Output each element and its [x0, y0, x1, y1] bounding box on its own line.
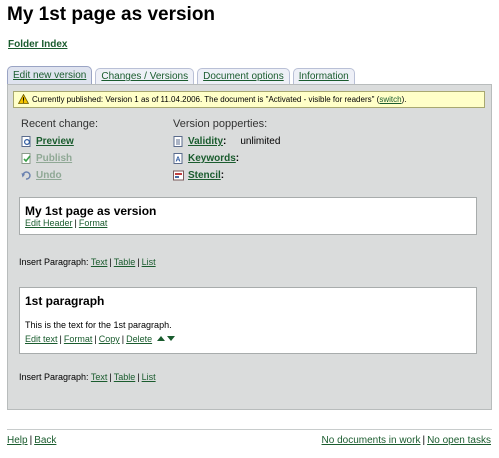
- validity-icon: [173, 136, 183, 147]
- insert-text-link[interactable]: Text: [91, 372, 108, 382]
- header-box-links: Edit Header | Format: [25, 218, 108, 228]
- publish-row: Publish: [21, 150, 161, 167]
- header-box-title: My 1st page as version: [25, 204, 157, 218]
- header-box: My 1st page as version Edit Header | Forma…: [19, 197, 477, 235]
- no-documents-link[interactable]: No documents in work: [322, 435, 421, 446]
- paragraph-links: Edit text | Format | Copy | Delete: [25, 334, 476, 344]
- insert-text-link[interactable]: Text: [91, 257, 108, 267]
- recent-change-section: Recent change: Preview Publish Undo: [21, 118, 161, 184]
- page-title: My 1st page as version: [7, 4, 216, 25]
- undo-icon: [21, 171, 31, 180]
- svg-text:A: A: [176, 157, 181, 164]
- insert-table-link[interactable]: Table: [114, 372, 136, 382]
- preview-row: Preview: [21, 133, 161, 150]
- tab-document-options[interactable]: Document options: [197, 68, 290, 84]
- tab-bar: Edit new version Changes / Versions Docu…: [7, 66, 358, 84]
- insert-paragraph-label: Insert Paragraph:: [19, 372, 89, 382]
- edit-text-link[interactable]: Edit text: [25, 334, 58, 344]
- insert-list-link[interactable]: List: [142, 257, 156, 267]
- delete-link[interactable]: Delete: [126, 334, 152, 344]
- insert-paragraph-bottom: Insert Paragraph: Text | Table | List: [19, 372, 156, 382]
- validity-row: Validity: unlimited: [173, 133, 373, 150]
- insert-paragraph-label: Insert Paragraph:: [19, 257, 89, 267]
- copy-link[interactable]: Copy: [99, 334, 120, 344]
- header-format-link[interactable]: Format: [79, 218, 108, 228]
- paragraph-format-link[interactable]: Format: [64, 334, 93, 344]
- switch-link[interactable]: switch: [379, 95, 401, 104]
- undo-row: Undo: [21, 167, 161, 184]
- stencil-link[interactable]: Stencil: [188, 170, 221, 181]
- help-link[interactable]: Help: [7, 435, 28, 446]
- footer-divider: [7, 429, 492, 430]
- undo-link: Undo: [36, 170, 62, 181]
- tab-changes-versions[interactable]: Changes / Versions: [95, 68, 195, 84]
- publish-icon: [21, 153, 31, 164]
- warning-icon: [18, 94, 29, 104]
- preview-icon: [21, 136, 31, 147]
- insert-paragraph-top: Insert Paragraph: Text | Table | List: [19, 257, 156, 267]
- footer-right: No documents in work | No open tasks: [321, 435, 491, 446]
- edit-panel: Currently published: Version 1 as of 11.…: [7, 84, 492, 410]
- version-properties-heading: Version popperties:: [173, 118, 268, 130]
- publish-link: Publish: [36, 153, 73, 164]
- paragraph-title: 1st paragraph: [25, 294, 105, 308]
- insert-list-link[interactable]: List: [142, 372, 156, 382]
- folder-index-link[interactable]: Folder Index: [8, 39, 67, 50]
- validity-link[interactable]: Validity: [188, 136, 223, 147]
- preview-link[interactable]: Preview: [36, 136, 74, 147]
- edit-header-link[interactable]: Edit Header: [25, 218, 73, 228]
- no-tasks-link[interactable]: No open tasks: [427, 435, 491, 446]
- keywords-link[interactable]: Keywords: [188, 153, 236, 164]
- keywords-icon: A: [173, 153, 183, 164]
- keywords-row: A Keywords:: [173, 150, 373, 167]
- back-link[interactable]: Back: [34, 435, 56, 446]
- tab-information[interactable]: Information: [292, 68, 355, 84]
- publish-notice: Currently published: Version 1 as of 11.…: [13, 91, 485, 108]
- stencil-icon: [173, 170, 184, 181]
- footer-left: Help | Back: [7, 435, 57, 446]
- tab-edit-new-version[interactable]: Edit new version: [7, 66, 93, 84]
- insert-table-link[interactable]: Table: [114, 257, 136, 267]
- notice-suffix: ).: [401, 95, 407, 104]
- validity-value: unlimited: [240, 136, 281, 147]
- paragraph-body: This is the text for the 1st paragraph.: [25, 320, 172, 330]
- move-down-icon[interactable]: [166, 336, 175, 341]
- paragraph-box: 1st paragraph This is the text for the 1…: [19, 287, 477, 354]
- notice-text: Currently published: Version 1 as of 11.…: [32, 95, 380, 104]
- version-properties-section: Version popperties: Validity: unlimited …: [173, 118, 373, 184]
- move-up-icon[interactable]: [156, 336, 165, 341]
- stencil-row: Stencil:: [173, 167, 373, 184]
- recent-change-heading: Recent change:: [21, 118, 99, 130]
